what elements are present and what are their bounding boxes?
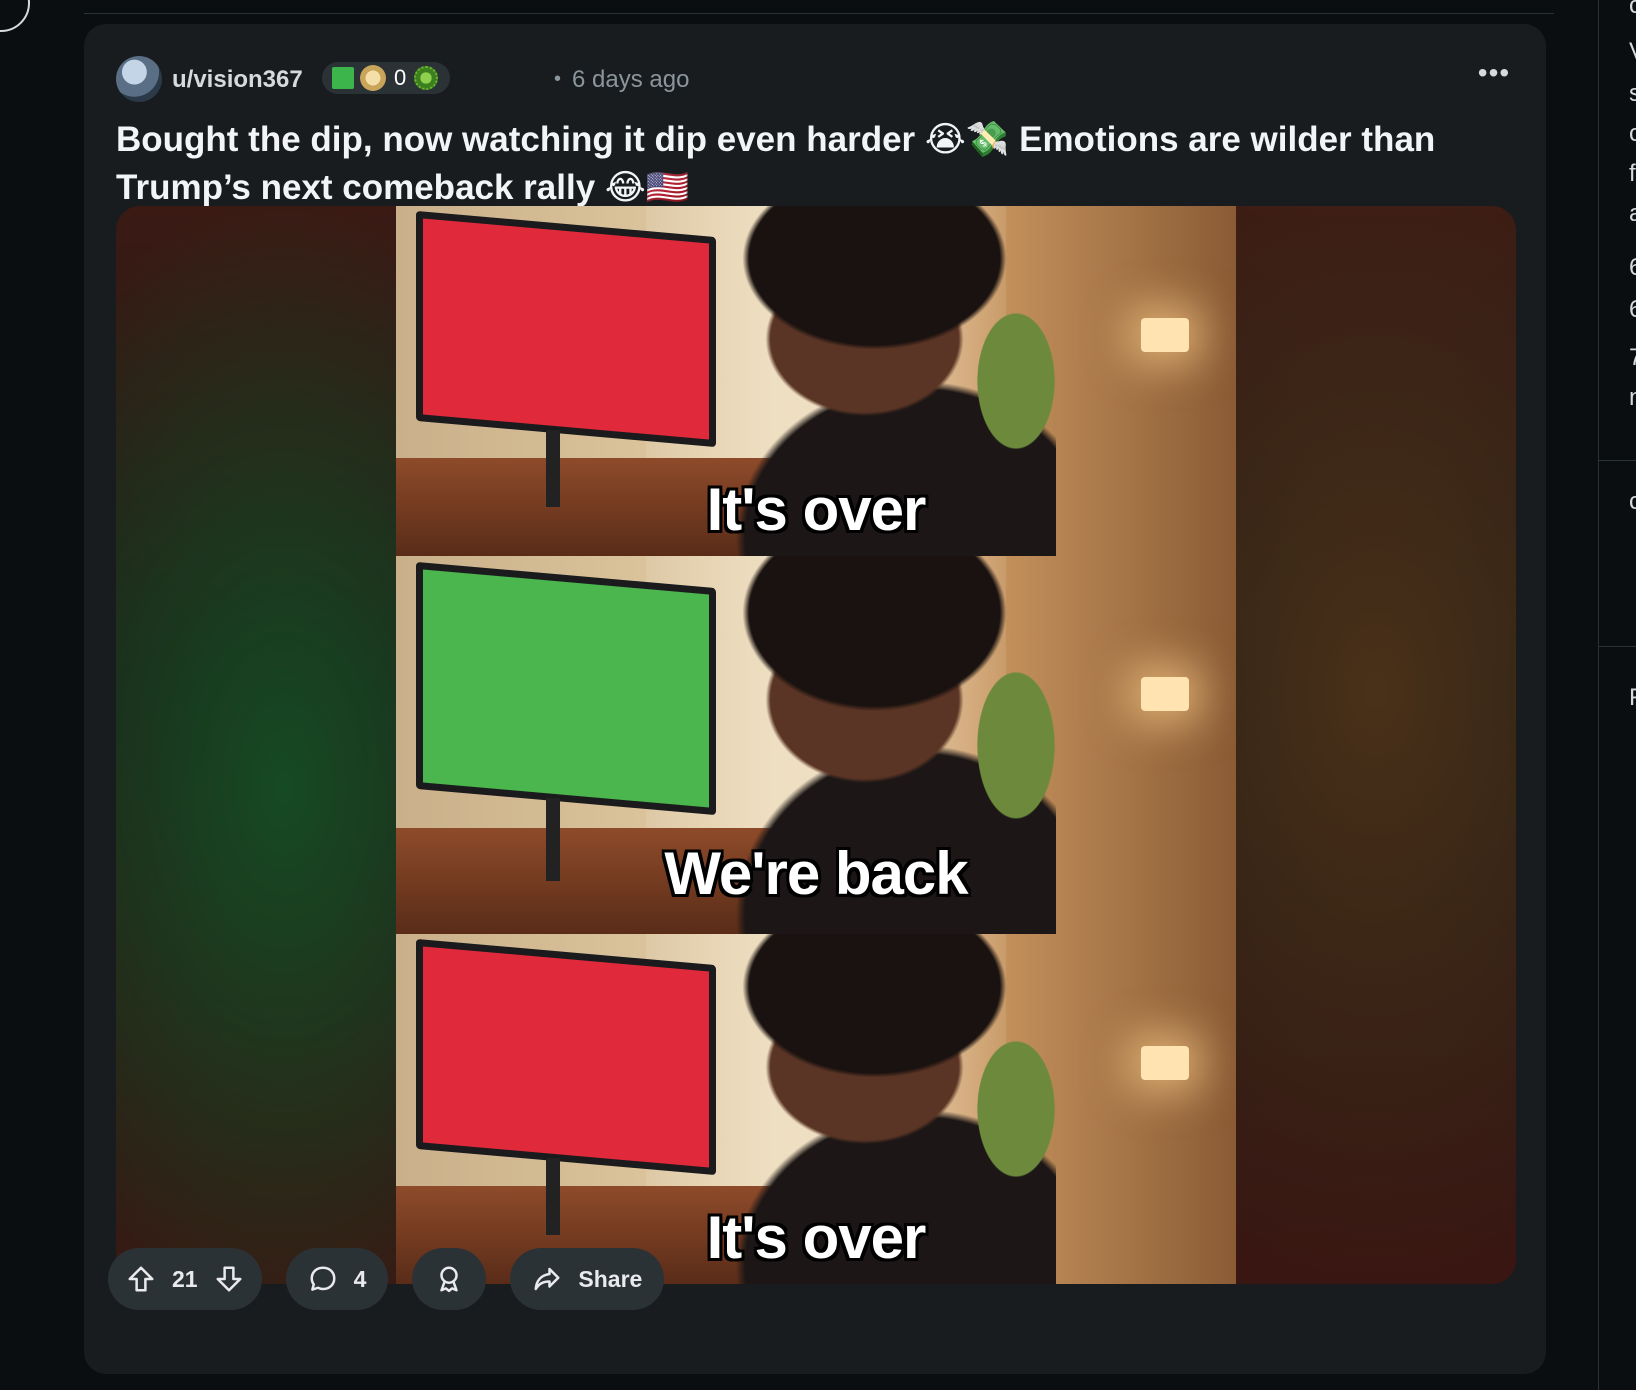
- meme-panel-1: It's over: [396, 206, 1236, 556]
- award-button[interactable]: [412, 1248, 487, 1310]
- monitor-red-screen: [416, 938, 716, 1175]
- upvote-icon[interactable]: [126, 1264, 156, 1294]
- sidebar-fragment-text: n: [1629, 384, 1636, 411]
- menu-button[interactable]: [0, 0, 30, 32]
- vote-control: 21: [108, 1248, 262, 1310]
- meme-caption-1: It's over: [706, 476, 927, 543]
- coin-icon: [360, 65, 386, 91]
- post-media[interactable]: It's over We're back It's over: [116, 206, 1516, 1284]
- comment-count: 4: [353, 1265, 367, 1292]
- sidebar-fragment-text: c: [1629, 120, 1636, 147]
- user-flair: 0: [322, 62, 451, 94]
- green-square-icon: [332, 67, 354, 89]
- flair-count: 0: [394, 65, 407, 90]
- meme-caption-2: We're back: [664, 840, 968, 907]
- meme-panel-2: We're back: [396, 556, 1236, 934]
- sidebar-fragment-text: 6: [1629, 254, 1636, 281]
- monitor-red-screen: [416, 210, 716, 447]
- award-icon: [440, 1266, 459, 1293]
- sidebar-fragment-text: 6: [1629, 296, 1636, 323]
- top-divider: [84, 13, 1554, 14]
- post-timestamp: 6 days ago: [572, 66, 690, 93]
- author-username[interactable]: u/vision367: [172, 66, 303, 94]
- sidebar-fragment-text: 7: [1629, 344, 1636, 371]
- monitor-green-screen: [416, 561, 716, 815]
- sidebar-fragment-text: c: [1629, 488, 1636, 515]
- right-sidebar-edge: c V s c f a 6 6 7 n c F: [1598, 0, 1636, 1390]
- share-icon: [534, 1267, 560, 1291]
- share-label: Share: [578, 1265, 643, 1292]
- more-options-icon[interactable]: •••: [1476, 58, 1512, 94]
- sidebar-fragment-text: c: [1629, 0, 1636, 19]
- comment-icon: [310, 1266, 336, 1291]
- share-button[interactable]: Share: [510, 1248, 665, 1310]
- sidebar-fragment-text: F: [1629, 684, 1636, 712]
- post-actions-bar: 21 4 Share: [108, 1248, 665, 1310]
- comments-button[interactable]: 4: [285, 1248, 389, 1310]
- post-card[interactable]: u/vision367 0 • 6 days ago ••• Bought th…: [84, 24, 1546, 1374]
- sidebar-fragment-text: V: [1629, 38, 1636, 66]
- sidebar-fragment-text: s: [1629, 80, 1636, 107]
- sidebar-fragment-text: f: [1629, 160, 1636, 187]
- post-title[interactable]: Bought the dip, now watching it dip even…: [116, 116, 1476, 212]
- user-avatar[interactable]: [116, 56, 162, 102]
- downvote-icon[interactable]: [214, 1264, 244, 1294]
- meme-panel-3: It's over: [396, 934, 1236, 1284]
- virus-icon: [414, 66, 439, 90]
- sidebar-fragment-text: a: [1629, 200, 1636, 227]
- meme-image: It's over We're back It's over: [396, 206, 1236, 1284]
- vote-count: 21: [172, 1265, 198, 1292]
- meta-separator: •: [554, 68, 562, 90]
